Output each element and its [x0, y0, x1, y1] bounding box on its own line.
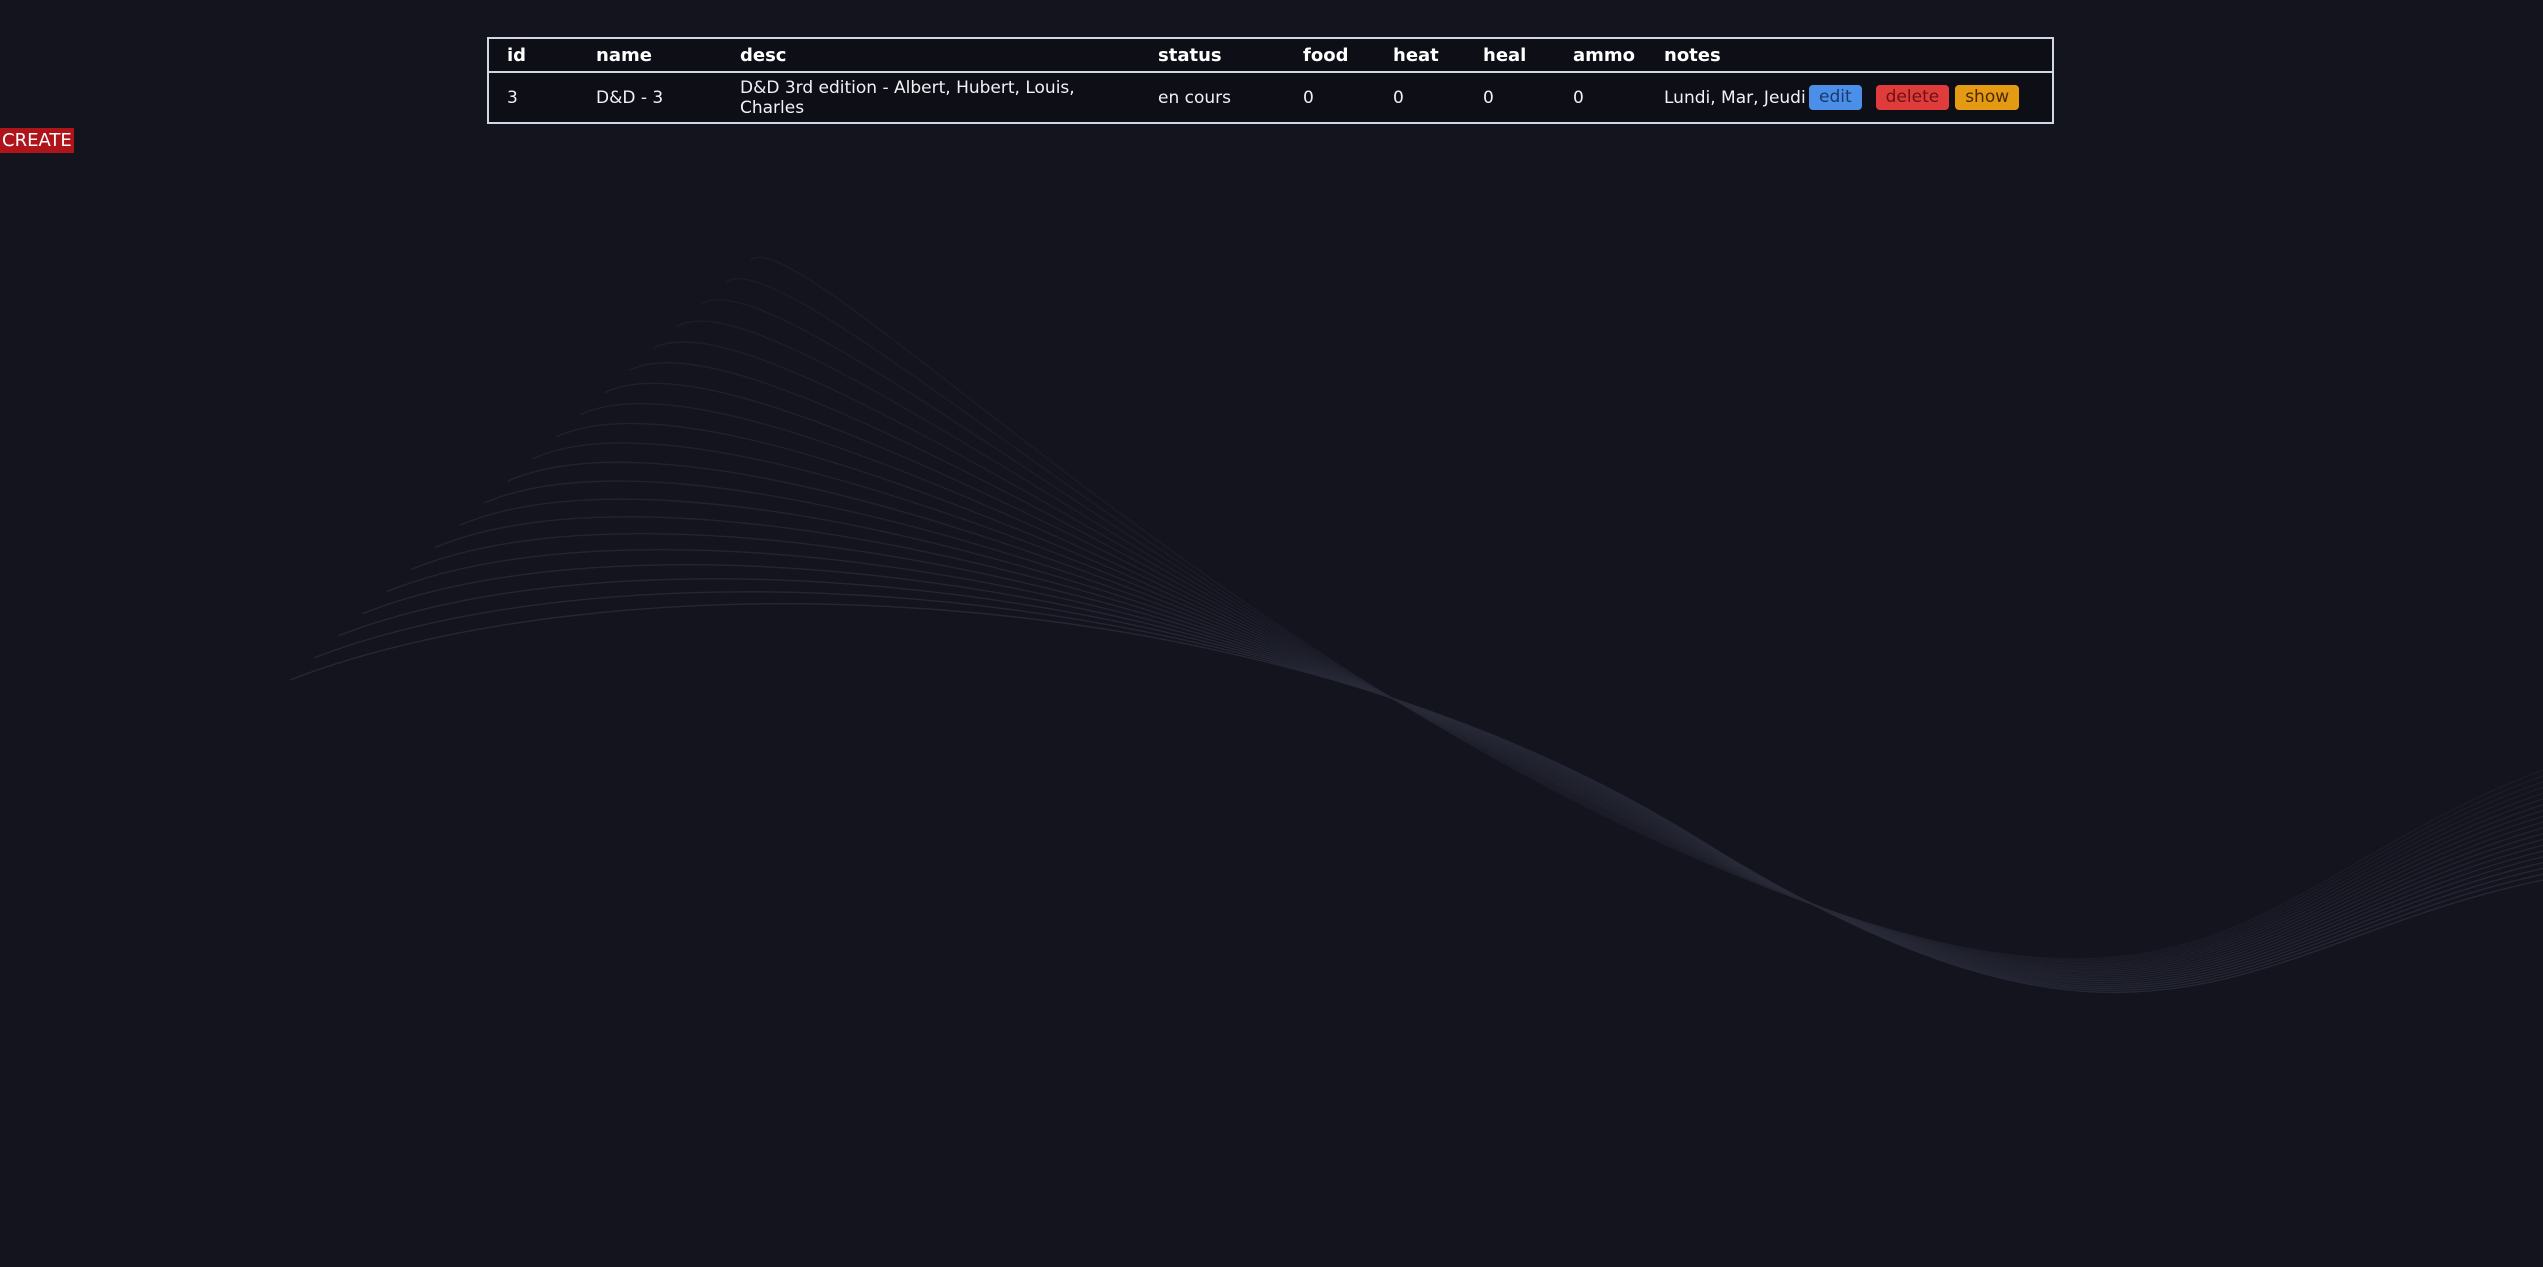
edit-button[interactable]: edit — [1809, 85, 1862, 110]
cell-notes: Lundi, Mar, Jeudi — [1664, 87, 1806, 108]
delete-button[interactable]: delete — [1875, 85, 1950, 110]
cell-id: 3 — [507, 87, 518, 108]
background-wave-line — [604, 382, 2543, 970]
background-waves — [289, 256, 2543, 993]
background-wave-line — [434, 516, 2543, 982]
header-ammo: ammo — [1573, 44, 1636, 66]
cell-name: D&D - 3 — [596, 87, 664, 108]
header-status: status — [1158, 44, 1222, 66]
background-wave-line — [725, 278, 2543, 962]
background-wave-line — [386, 549, 2543, 986]
header-name: name — [596, 44, 652, 66]
background-wave-line — [410, 532, 2543, 984]
create-button[interactable]: CREATE — [0, 128, 74, 153]
background-wave-line — [677, 320, 2543, 965]
cell-desc: D&D 3rd edition - Albert, Hubert, Louis,… — [740, 77, 1075, 118]
background-wave-line — [289, 603, 2543, 993]
background-wave-line — [749, 256, 2543, 960]
background-wave-line — [313, 591, 2543, 991]
header-heal: heal — [1483, 44, 1527, 66]
background-wave-line — [507, 461, 2543, 976]
header-desc: desc — [740, 44, 787, 66]
header-food: food — [1303, 44, 1349, 66]
background-wave-line — [338, 578, 2543, 990]
table-header-row: id name desc status food heat heal ammo … — [489, 39, 2052, 72]
header-id: id — [507, 44, 527, 66]
background-wave-line — [362, 564, 2543, 988]
cell-food: 0 — [1303, 87, 1314, 108]
background-wave-line — [459, 498, 2543, 980]
background-wave-line — [701, 299, 2543, 963]
background-wave-line — [531, 442, 2543, 975]
games-table: id name desc status food heat heal ammo … — [487, 37, 2054, 124]
background-wave-line — [483, 480, 2543, 978]
cell-ammo: 0 — [1573, 87, 1584, 108]
header-heat: heat — [1393, 44, 1439, 66]
cell-heat: 0 — [1393, 87, 1404, 108]
background-wave-line — [580, 402, 2543, 971]
header-notes: notes — [1664, 44, 1721, 66]
cell-status: en cours — [1158, 87, 1232, 108]
cell-actions: edit delete show — [1809, 72, 2052, 122]
background-wave-line — [628, 362, 2543, 968]
table-row: 3 D&D - 3 D&D 3rd edition - Albert, Hube… — [489, 72, 2052, 122]
background-wave-line — [556, 422, 2543, 973]
cell-heal: 0 — [1483, 87, 1494, 108]
header-actions — [1809, 39, 2052, 72]
show-button[interactable]: show — [1955, 85, 2020, 110]
background-wave-line — [652, 341, 2543, 966]
